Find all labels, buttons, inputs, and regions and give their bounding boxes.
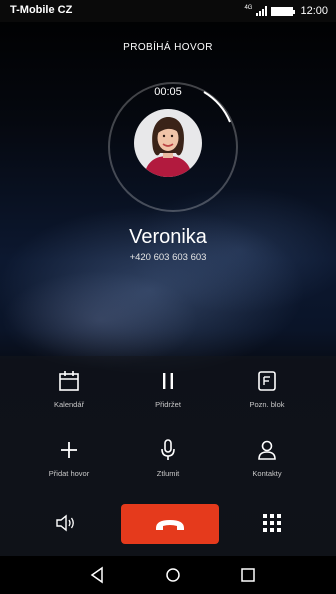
hold-label: Přidržet	[155, 400, 181, 409]
back-icon[interactable]	[88, 565, 108, 585]
end-call-button[interactable]	[121, 504, 219, 544]
battery-icon	[271, 6, 296, 16]
calendar-icon	[59, 371, 79, 391]
home-icon[interactable]	[163, 565, 183, 585]
calendar-label: Kalendář	[53, 400, 85, 409]
carrier-name: T-Mobile CZ	[10, 4, 73, 16]
call-controls	[0, 500, 336, 546]
calendar-button[interactable]: Kalendář	[21, 368, 117, 409]
contact-name: Veronika	[129, 226, 207, 248]
contact-number: +420 603 603 603	[129, 252, 207, 263]
status-bar-right: 4G 12:00	[244, 4, 328, 18]
add-call-label: Přidat hovor	[48, 469, 90, 478]
pause-icon	[163, 373, 173, 389]
hang-up-icon	[156, 520, 184, 530]
call-screen: T-Mobile CZ 4G 12:00 PROBÍHÁ HOVOR 00:05…	[0, 0, 336, 594]
mute-button[interactable]: Ztlumit	[120, 437, 216, 478]
notepad-label: Pozn. blok	[249, 400, 285, 409]
dialpad-icon[interactable]	[262, 513, 282, 533]
contacts-button[interactable]: Kontakty	[219, 437, 315, 478]
hold-button[interactable]: Přidržet	[120, 368, 216, 409]
status-bar: T-Mobile CZ 4G 12:00	[0, 0, 336, 22]
mute-label: Ztlumit	[156, 469, 180, 478]
person-icon	[258, 440, 276, 460]
speaker-icon[interactable]	[54, 513, 76, 533]
navigation-bar	[0, 556, 336, 594]
plus-icon	[61, 442, 77, 458]
network-type: 4G	[244, 5, 253, 11]
call-timer: 00:05	[154, 86, 182, 98]
recents-icon[interactable]	[238, 565, 258, 585]
add-call-button[interactable]: Přidat hovor	[21, 437, 117, 478]
microphone-icon	[161, 439, 175, 460]
clock: 12:00	[300, 5, 328, 17]
notepad-icon	[258, 371, 276, 391]
contacts-label: Kontakty	[252, 469, 282, 478]
signal-icon	[256, 6, 268, 16]
notepad-button[interactable]: Pozn. blok	[219, 368, 315, 409]
call-status-title: PROBÍHÁ HOVOR	[123, 42, 213, 53]
contact-avatar	[134, 109, 202, 177]
